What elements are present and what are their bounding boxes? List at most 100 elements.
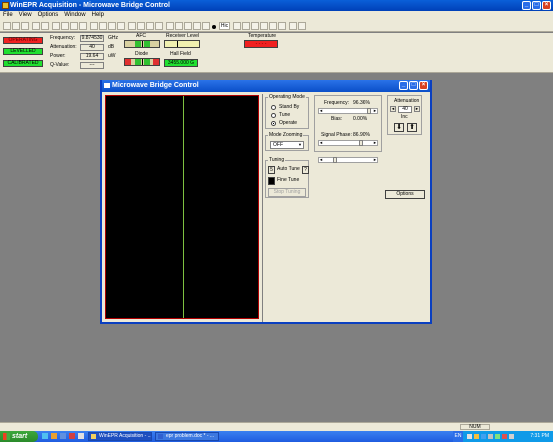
radio-tune[interactable]: Tune <box>271 112 290 118</box>
q-value-label: Q-Value: <box>50 62 70 68</box>
tool-icon[interactable] <box>128 22 136 30</box>
tool-icon[interactable] <box>155 22 163 30</box>
tool-icon[interactable] <box>99 22 107 30</box>
tool-icon[interactable] <box>289 22 297 30</box>
arrow-right-icon[interactable]: ► <box>373 108 377 113</box>
tool-icon[interactable] <box>90 22 98 30</box>
tray-icon[interactable] <box>509 434 514 439</box>
tool-icon[interactable] <box>52 22 60 30</box>
stand-by-label: Stand By <box>279 104 300 110</box>
tool-icon[interactable] <box>70 22 78 30</box>
taskbar: start WinEPR Acquisition - ... epr probl… <box>0 431 553 442</box>
menu-window[interactable]: Window <box>64 11 85 20</box>
tool-icon[interactable] <box>61 22 69 30</box>
signal-phase-slider[interactable]: ◄ ► <box>318 140 378 146</box>
tool-icon[interactable] <box>298 22 306 30</box>
attenuation-input[interactable]: 40 <box>398 106 412 113</box>
stop-tuning-button[interactable]: Stop Tuning <box>268 188 306 197</box>
menu-file[interactable]: File <box>3 11 13 20</box>
increase-attenuation-button[interactable]: ⬆ <box>407 123 417 132</box>
arrow-left-icon[interactable]: ◄ <box>319 157 323 162</box>
arrow-right-icon[interactable]: ► <box>373 157 377 162</box>
arrow-right-icon[interactable]: ► <box>373 140 377 145</box>
signal-phase-slider-thumb[interactable] <box>359 140 363 146</box>
print-icon[interactable] <box>32 22 40 30</box>
new-icon[interactable] <box>3 22 11 30</box>
auto-tune-button[interactable]: 5 <box>268 166 275 174</box>
record-dot-icon[interactable] <box>212 25 216 29</box>
mode-zooming-select[interactable]: OFF ▼ <box>270 141 304 149</box>
attenuation-unit: dB <box>108 44 115 50</box>
attenuation-down-icon[interactable]: ◄ <box>390 106 396 112</box>
tool-icon[interactable] <box>79 22 87 30</box>
maximize-icon[interactable]: □ <box>409 81 418 90</box>
bridge-window-title: Microwave Bridge Control <box>112 82 199 89</box>
menu-view[interactable]: View <box>19 11 32 20</box>
frequency-unit: GHz <box>108 35 118 41</box>
open-icon[interactable] <box>12 22 20 30</box>
close-icon[interactable]: × <box>419 81 428 90</box>
task-word-doc[interactable]: epr problem.doc * - ... <box>155 432 219 441</box>
maximize-icon[interactable]: □ <box>532 1 541 10</box>
tool-icon[interactable] <box>278 22 286 30</box>
tool-icon[interactable] <box>269 22 277 30</box>
tray-icon[interactable] <box>467 434 472 439</box>
tool-icon[interactable] <box>193 22 201 30</box>
fine-tune-label: Fine Tune <box>277 177 300 183</box>
language-indicator[interactable]: EN <box>453 431 463 442</box>
menu-help[interactable]: Help <box>92 11 104 20</box>
app-icon <box>91 434 96 439</box>
tool-icon[interactable] <box>137 22 145 30</box>
tool-icon[interactable] <box>260 22 268 30</box>
quicklaunch-icon[interactable] <box>51 433 57 439</box>
minimize-icon[interactable]: _ <box>399 81 408 90</box>
close-icon[interactable]: × <box>542 1 551 10</box>
bias-slider-thumb[interactable] <box>333 157 337 163</box>
quicklaunch-icon[interactable] <box>42 433 48 439</box>
levelled-indicator: LEVELLED <box>3 48 43 55</box>
tray-icon[interactable] <box>495 434 500 439</box>
quicklaunch-icon[interactable] <box>69 433 75 439</box>
stop-button[interactable]: Hic <box>219 22 230 30</box>
operating-indicator: OPERATING <box>3 37 43 44</box>
tool-icon[interactable] <box>117 22 125 30</box>
tool-icon[interactable] <box>146 22 154 30</box>
tray-icon[interactable] <box>502 434 507 439</box>
help-icon[interactable]: ? <box>302 166 309 174</box>
tool-icon[interactable] <box>242 22 250 30</box>
power-value: 19.64 <box>80 53 104 60</box>
radio-operate[interactable]: Operate <box>271 120 297 126</box>
bias-slider[interactable]: ◄ ► <box>318 157 378 163</box>
tune-label: Tune <box>279 112 291 118</box>
tool-icon[interactable] <box>202 22 210 30</box>
menu-options[interactable]: Options <box>38 11 59 20</box>
frequency-slider[interactable]: ◄ ► <box>318 108 378 114</box>
arrow-left-icon[interactable]: ◄ <box>319 140 323 145</box>
tray-icon[interactable] <box>481 434 486 439</box>
tool-icon[interactable] <box>41 22 49 30</box>
radio-stand-by[interactable]: Stand By <box>271 104 299 110</box>
tool-icon[interactable] <box>184 22 192 30</box>
save-icon[interactable] <box>21 22 29 30</box>
minimize-icon[interactable]: _ <box>522 1 531 10</box>
tray-icon[interactable] <box>474 434 479 439</box>
clock[interactable]: 7:31 PM <box>530 431 549 442</box>
task-winepr[interactable]: WinEPR Acquisition - ... <box>88 432 152 441</box>
fine-tune-button[interactable] <box>268 177 275 185</box>
attenuation-up-icon[interactable]: ► <box>414 106 420 112</box>
start-button[interactable]: start <box>0 431 38 442</box>
tool-icon[interactable] <box>251 22 259 30</box>
quicklaunch-icon[interactable] <box>78 433 84 439</box>
frequency-slider-thumb[interactable] <box>367 108 371 114</box>
tool-icon[interactable] <box>233 22 241 30</box>
quicklaunch-icon[interactable] <box>60 433 66 439</box>
auto-tune-label: Auto Tune <box>277 166 300 172</box>
decrease-attenuation-button[interactable]: ⬇ <box>394 123 404 132</box>
tray-icon[interactable] <box>488 434 493 439</box>
tool-icon[interactable] <box>166 22 174 30</box>
arrow-left-icon[interactable]: ◄ <box>319 108 323 113</box>
tuning-group: Tuning 5 Auto Tune ? Fine Tune Stop Tuni… <box>265 157 309 198</box>
options-button[interactable]: Options <box>385 190 425 199</box>
tool-icon[interactable] <box>108 22 116 30</box>
tool-icon[interactable] <box>175 22 183 30</box>
